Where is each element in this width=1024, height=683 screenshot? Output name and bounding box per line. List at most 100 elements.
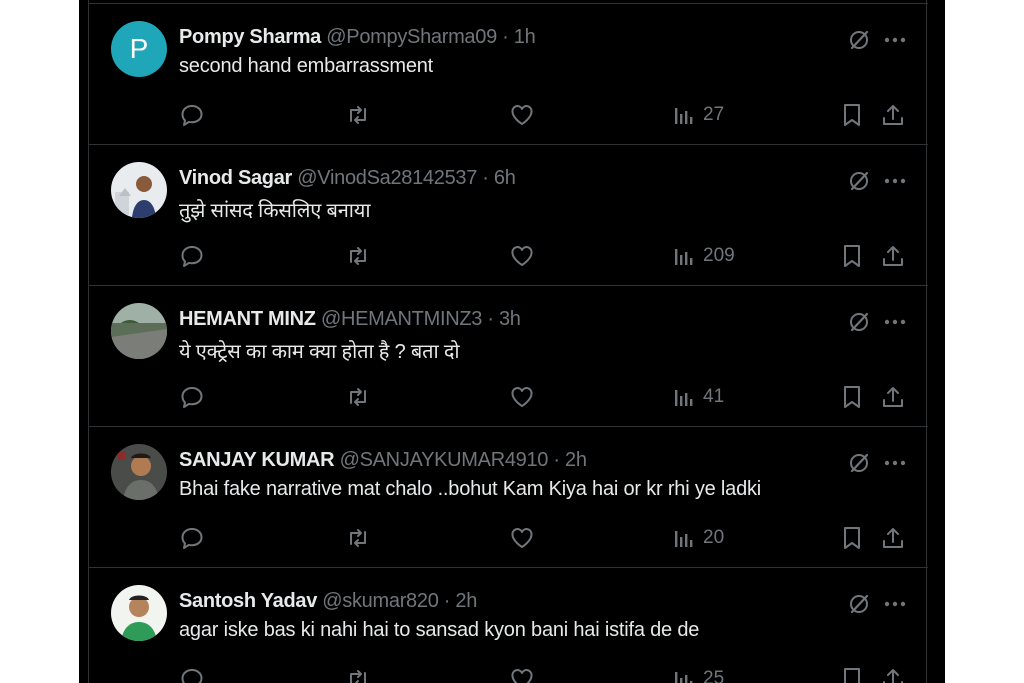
reply-button[interactable] — [179, 102, 205, 128]
timestamp[interactable]: 2h — [565, 449, 587, 471]
author-name[interactable]: SANJAY KUMAR — [179, 449, 335, 471]
author-handle[interactable]: @PompySharma09 — [326, 26, 497, 48]
tweet-header: HEMANT MINZ @HEMANTMINZ3 · 3h — [179, 308, 521, 331]
bookmark-icon — [844, 386, 860, 408]
avatar[interactable] — [111, 585, 167, 641]
author-handle[interactable]: @HEMANTMINZ3 — [321, 308, 482, 330]
avatar[interactable]: P — [111, 21, 167, 77]
bookmark-button[interactable] — [840, 666, 864, 683]
share-button[interactable] — [880, 525, 906, 551]
share-button[interactable] — [880, 102, 906, 128]
bookmark-button[interactable] — [840, 243, 864, 269]
heart-icon — [511, 669, 533, 683]
views-icon — [675, 531, 693, 547]
avatar[interactable] — [111, 303, 167, 359]
avatar[interactable] — [111, 444, 167, 500]
reply-button[interactable] — [179, 525, 205, 551]
share-icon — [883, 387, 903, 407]
repost-icon — [350, 670, 366, 683]
views-icon — [675, 390, 693, 406]
grok-icon[interactable] — [846, 450, 872, 476]
bookmark-icon — [844, 527, 860, 549]
bookmark-button[interactable] — [840, 525, 864, 551]
repost-button[interactable] — [344, 243, 372, 269]
like-button[interactable] — [509, 666, 535, 683]
tweet-header: Santosh Yadav @skumar820 · 2h — [179, 590, 477, 613]
timeline-feed: P Pompy Sharma @PompySharma09 · 1h secon… — [79, 0, 945, 683]
avatar[interactable] — [111, 162, 167, 218]
bookmark-button[interactable] — [840, 102, 864, 128]
author-name[interactable]: Pompy Sharma — [179, 26, 321, 48]
like-button[interactable] — [509, 384, 535, 410]
reply-icon — [181, 528, 203, 549]
reply-icon — [181, 387, 203, 408]
separator-dot: · — [477, 167, 494, 189]
more-options-icon[interactable] — [881, 450, 909, 476]
repost-button[interactable] — [344, 525, 372, 551]
more-options-icon[interactable] — [881, 309, 909, 335]
author-handle[interactable]: @SANJAYKUMAR4910 — [340, 449, 549, 471]
timestamp[interactable]: 2h — [455, 590, 477, 612]
heart-icon — [511, 528, 533, 548]
author-handle[interactable]: @skumar820 — [322, 590, 439, 612]
repost-icon — [350, 388, 366, 406]
views-button[interactable]: 20 — [673, 525, 724, 551]
avatar-photo — [111, 585, 167, 641]
timestamp[interactable]: 1h — [514, 26, 536, 48]
reply-tweet[interactable]: Santosh Yadav @skumar820 · 2h agar iske … — [89, 568, 928, 683]
like-button[interactable] — [509, 243, 535, 269]
views-button[interactable]: 41 — [673, 384, 724, 410]
heart-icon — [511, 387, 533, 407]
reply-tweet[interactable]: Vinod Sagar @VinodSa28142537 · 6h तुझे स… — [89, 145, 928, 286]
reply-tweet[interactable]: P Pompy Sharma @PompySharma09 · 1h secon… — [89, 4, 928, 145]
timestamp[interactable]: 3h — [499, 308, 521, 330]
more-options-icon[interactable] — [881, 168, 909, 194]
repost-button[interactable] — [344, 666, 372, 683]
author-name[interactable]: Vinod Sagar — [179, 167, 292, 189]
repost-icon — [350, 529, 366, 547]
heart-icon — [511, 105, 533, 125]
views-icon — [675, 672, 693, 683]
grok-icon[interactable] — [846, 591, 872, 617]
reply-icon — [181, 105, 203, 126]
reply-button[interactable] — [179, 666, 205, 683]
share-button[interactable] — [880, 384, 906, 410]
views-count: 41 — [703, 386, 725, 407]
tweet-text: agar iske bas ki nahi hai to sansad kyon… — [179, 619, 700, 641]
grok-icon[interactable] — [846, 309, 872, 335]
author-handle[interactable]: @VinodSa28142537 — [297, 167, 477, 189]
reply-icon — [181, 246, 203, 267]
views-button[interactable]: 27 — [673, 102, 724, 128]
reply-tweet[interactable]: HEMANT MINZ @HEMANTMINZ3 · 3h ये एक्ट्रे… — [89, 286, 928, 427]
views-button[interactable]: 25 — [673, 666, 724, 683]
views-count: 27 — [703, 104, 725, 125]
avatar-photo — [111, 303, 167, 359]
like-button[interactable] — [509, 102, 535, 128]
author-name[interactable]: HEMANT MINZ — [179, 308, 316, 330]
repost-button[interactable] — [344, 384, 372, 410]
share-button[interactable] — [880, 243, 906, 269]
more-options-icon[interactable] — [881, 591, 909, 617]
repost-button[interactable] — [344, 102, 372, 128]
bookmark-icon — [844, 668, 860, 683]
views-icon — [675, 108, 693, 124]
more-options-icon[interactable] — [881, 27, 909, 53]
views-count: 20 — [703, 527, 725, 548]
repost-icon — [350, 247, 366, 265]
share-button[interactable] — [880, 666, 906, 683]
like-button[interactable] — [509, 525, 535, 551]
avatar-letter: P — [129, 33, 149, 64]
reply-tweet[interactable]: SANJAY KUMAR @SANJAYKUMAR4910 · 2h Bhai … — [89, 427, 928, 568]
reply-button[interactable] — [179, 243, 205, 269]
views-button[interactable]: 209 — [673, 243, 735, 269]
grok-icon[interactable] — [846, 27, 872, 53]
separator-dot: · — [482, 308, 499, 330]
bookmark-button[interactable] — [840, 384, 864, 410]
author-name[interactable]: Santosh Yadav — [179, 590, 317, 612]
bookmark-icon — [844, 104, 860, 126]
tweet-text: तुझे सांसद किसलिए बनाया — [179, 200, 371, 222]
grok-icon[interactable] — [846, 168, 872, 194]
reply-button[interactable] — [179, 384, 205, 410]
timestamp[interactable]: 6h — [494, 167, 516, 189]
tweet-text: Bhai fake narrative mat chalo ..bohut Ka… — [179, 478, 762, 500]
